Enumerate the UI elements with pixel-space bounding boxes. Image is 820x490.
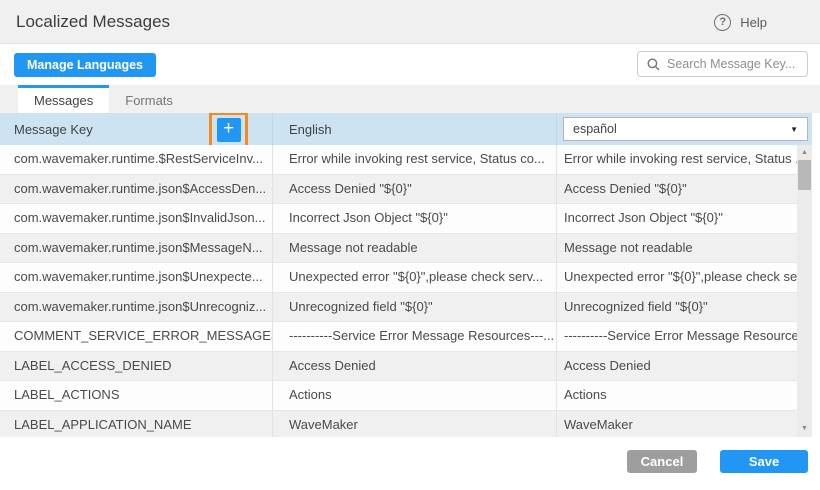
table-row[interactable]: COMMENT_SERVICE_ERROR_MESSAGES ---------… xyxy=(0,322,812,352)
cancel-button[interactable]: Cancel xyxy=(627,450,697,473)
english-value-cell[interactable]: Message not readable xyxy=(272,234,556,263)
english-value-cell[interactable]: Access Denied "${0}" xyxy=(272,175,556,204)
table-row[interactable]: com.wavemaker.runtime.$RestServiceInv...… xyxy=(0,145,812,175)
column-header-english: English xyxy=(272,113,556,145)
message-key-cell[interactable]: LABEL_ACTIONS xyxy=(0,381,272,410)
help-icon: ? xyxy=(714,14,731,31)
dialog-titlebar: Localized Messages ? Help xyxy=(0,0,820,44)
search-icon xyxy=(647,58,660,71)
english-value-cell[interactable]: Unexpected error "${0}",please check ser… xyxy=(272,263,556,292)
translation-value-cell[interactable]: Actions xyxy=(556,381,812,410)
message-key-cell[interactable]: COMMENT_SERVICE_ERROR_MESSAGES xyxy=(0,322,272,351)
english-value-cell[interactable]: Unrecognized field "${0}" xyxy=(272,293,556,322)
message-key-cell[interactable]: com.wavemaker.runtime.json$Unrecogniz... xyxy=(0,293,272,322)
message-key-cell[interactable]: com.wavemaker.runtime.json$MessageN... xyxy=(0,234,272,263)
scrollbar-thumb[interactable] xyxy=(798,160,811,190)
message-key-header-label: Message Key xyxy=(14,122,93,137)
tab-formats[interactable]: Formats xyxy=(109,85,189,113)
message-key-cell[interactable]: com.wavemaker.runtime.json$InvalidJson..… xyxy=(0,204,272,233)
translation-value-cell[interactable]: Unrecognized field "${0}" xyxy=(556,293,812,322)
table-row[interactable]: com.wavemaker.runtime.json$MessageN... M… xyxy=(0,234,812,264)
table-row[interactable]: com.wavemaker.runtime.json$AccessDen... … xyxy=(0,175,812,205)
language-select[interactable]: español ▼ xyxy=(563,117,808,141)
english-value-cell[interactable]: Error while invoking rest service, Statu… xyxy=(272,145,556,174)
english-value-cell[interactable]: Access Denied xyxy=(272,352,556,381)
translation-value-cell[interactable]: Incorrect Json Object "${0}" xyxy=(556,204,812,233)
table-header-row: Message Key English + español ▼ xyxy=(0,113,812,145)
localized-messages-dialog: Localized Messages ? Help Manage Languag… xyxy=(0,0,820,490)
language-select-value: español xyxy=(573,122,617,136)
translation-value-cell[interactable]: Unexpected error "${0}",please check se.… xyxy=(556,263,812,292)
table-row[interactable]: LABEL_ACCESS_DENIED Access Denied Access… xyxy=(0,352,812,382)
tabstrip: Messages Formats xyxy=(0,85,820,113)
add-language-highlight-callout: + xyxy=(209,113,248,148)
translation-value-cell[interactable]: Message not readable xyxy=(556,234,812,263)
translation-value-cell[interactable]: Access Denied "${0}" xyxy=(556,175,812,204)
translation-value-cell[interactable]: Access Denied xyxy=(556,352,812,381)
page-title: Localized Messages xyxy=(16,0,170,44)
english-header-label: English xyxy=(289,122,332,137)
message-key-cell[interactable]: LABEL_APPLICATION_NAME xyxy=(0,411,272,438)
table-row[interactable]: com.wavemaker.runtime.json$Unrecogniz...… xyxy=(0,293,812,323)
scroll-down-arrow-icon[interactable]: ▼ xyxy=(797,423,812,435)
search-input[interactable] xyxy=(667,57,798,71)
english-value-cell[interactable]: ----------Service Error Message Resource… xyxy=(272,322,556,351)
help-label: Help xyxy=(740,15,767,30)
table-row[interactable]: com.wavemaker.runtime.json$InvalidJson..… xyxy=(0,204,812,234)
add-language-button[interactable]: + xyxy=(217,118,241,142)
message-key-cell[interactable]: LABEL_ACCESS_DENIED xyxy=(0,352,272,381)
translation-value-cell[interactable]: Error while invoking rest service, Statu… xyxy=(556,145,812,174)
english-value-cell[interactable]: Actions xyxy=(272,381,556,410)
dialog-toolbar: Manage Languages xyxy=(0,44,820,85)
english-value-cell[interactable]: Incorrect Json Object "${0}" xyxy=(272,204,556,233)
chevron-down-icon: ▼ xyxy=(790,125,798,134)
message-key-cell[interactable]: com.wavemaker.runtime.json$Unexpecte... xyxy=(0,263,272,292)
english-value-cell[interactable]: WaveMaker xyxy=(272,411,556,438)
scroll-up-arrow-icon[interactable]: ▲ xyxy=(797,147,812,159)
table-row[interactable]: com.wavemaker.runtime.json$Unexpecte... … xyxy=(0,263,812,293)
messages-table: Message Key English + español ▼ com.wave… xyxy=(0,113,812,437)
table-scrollbar[interactable]: ▲ ▼ xyxy=(797,145,812,437)
search-box[interactable] xyxy=(637,51,808,77)
manage-languages-button[interactable]: Manage Languages xyxy=(14,53,156,77)
translation-value-cell[interactable]: WaveMaker xyxy=(556,411,812,438)
translation-value-cell[interactable]: ----------Service Error Message Resource… xyxy=(556,322,812,351)
message-key-cell[interactable]: com.wavemaker.runtime.$RestServiceInv... xyxy=(0,145,272,174)
dialog-footer: Cancel Save xyxy=(0,437,820,490)
table-row[interactable]: LABEL_ACTIONS Actions Actions xyxy=(0,381,812,411)
save-button[interactable]: Save xyxy=(720,450,808,473)
tab-messages[interactable]: Messages xyxy=(18,85,109,113)
table-body: com.wavemaker.runtime.$RestServiceInv...… xyxy=(0,145,812,437)
table-row[interactable]: LABEL_APPLICATION_NAME WaveMaker WaveMak… xyxy=(0,411,812,438)
help-link[interactable]: ? Help xyxy=(714,0,767,44)
message-key-cell[interactable]: com.wavemaker.runtime.json$AccessDen... xyxy=(0,175,272,204)
